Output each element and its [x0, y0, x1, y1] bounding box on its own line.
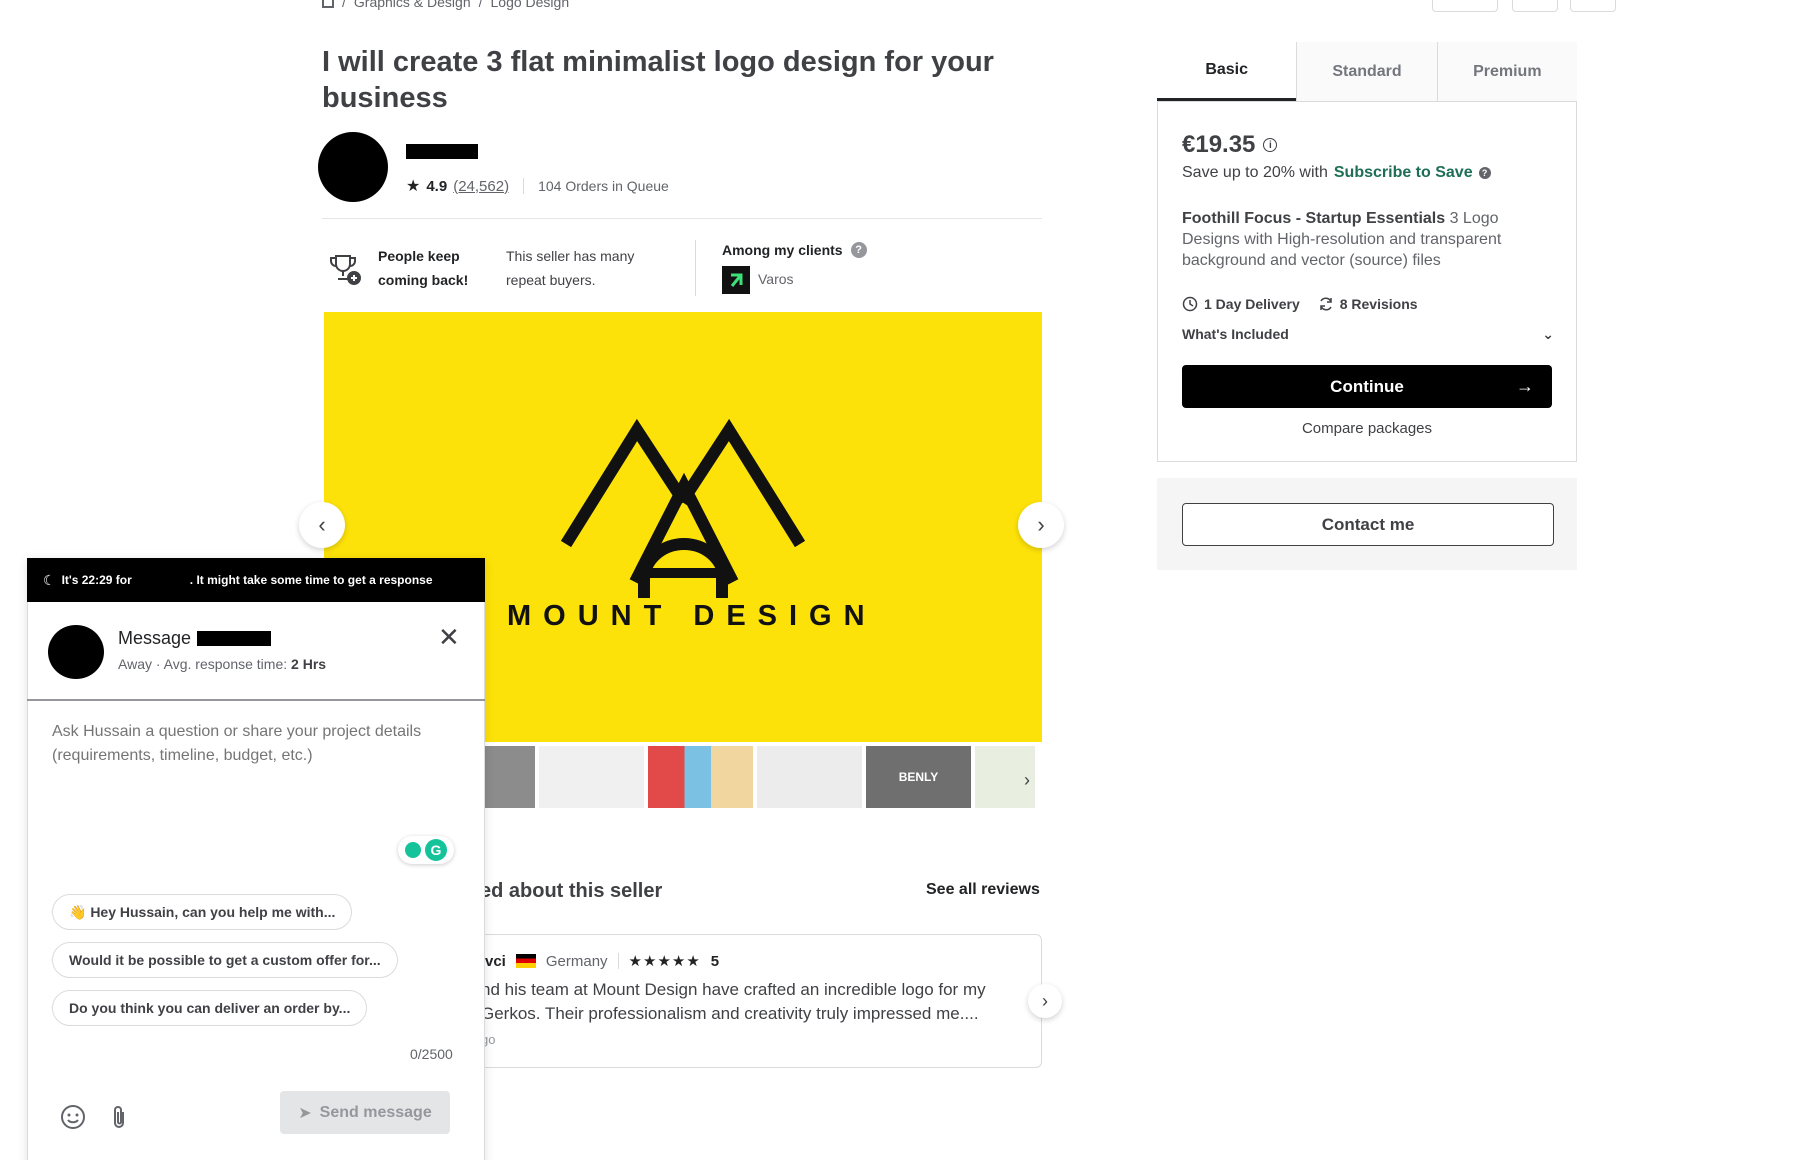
clock-icon	[1182, 296, 1198, 312]
gallery-next-button[interactable]: ›	[1018, 502, 1064, 548]
help-icon[interactable]: ?	[1478, 167, 1491, 179]
whats-included-toggle[interactable]: What's Included ⌄	[1182, 326, 1554, 343]
orders-in-queue: 104 Orders in Queue	[538, 178, 669, 194]
subscribe-to-save-link[interactable]: Subscribe to Save	[1334, 164, 1473, 182]
chevron-left-icon: ‹	[318, 512, 326, 537]
char-counter: 0/2500	[410, 1046, 453, 1062]
review-text: nd his team at Mount Design have crafted…	[481, 980, 986, 1023]
menu-icon[interactable]	[1390, 0, 1420, 12]
review-score: 5	[710, 952, 720, 970]
repeat-buyers-text: This seller has many repeat buyers.	[506, 248, 635, 288]
see-all-reviews-link[interactable]: See all reviews	[926, 881, 1040, 899]
star-icon: ★	[406, 178, 421, 195]
rating-row: ★ 4.9 (24,562) 104 Orders in Queue	[406, 176, 669, 196]
thumbnail[interactable]	[648, 746, 753, 808]
package-tabs: Basic Standard Premium	[1157, 42, 1577, 102]
tab-premium[interactable]: Premium	[1436, 42, 1577, 101]
rating-count-link[interactable]: (24,562)	[453, 178, 509, 195]
breadcrumb-graphics-design[interactable]: Graphics & Design	[354, 0, 471, 10]
reviewer-country: Germany	[545, 952, 608, 970]
trophy-icon	[330, 255, 361, 285]
suggestion-chip[interactable]: 👋 Hey Hussain, can you help me with...	[52, 894, 353, 930]
package-description: Foothill Focus - Startup Essentials 3 Lo…	[1182, 210, 1502, 269]
seller-name-redacted[interactable]	[406, 144, 478, 159]
package-price: €19.35 i	[1182, 131, 1278, 159]
suggestion-chip[interactable]: Do you think you can deliver an order by…	[52, 990, 368, 1026]
chevron-down-icon: ⌄	[1542, 326, 1554, 342]
compare-packages-link[interactable]: Compare packages	[1157, 420, 1577, 437]
package-meta: 1 Day Delivery 8 Revisions	[1182, 296, 1418, 312]
info-icon[interactable]: i	[1263, 138, 1278, 152]
top-control-box[interactable]	[1432, 0, 1498, 12]
thumbnail[interactable]	[539, 746, 644, 808]
review-next-button[interactable]: ›	[1028, 984, 1062, 1018]
tab-standard[interactable]: Standard	[1296, 42, 1437, 101]
thumbnails-next-icon[interactable]: ›	[1024, 770, 1030, 791]
chat-seller-avatar	[48, 625, 104, 679]
refresh-icon	[1319, 297, 1332, 311]
share-icon[interactable]	[1570, 0, 1616, 12]
chat-banner: ☾ It's 22:29 for . It might take some ti…	[27, 558, 485, 602]
review-header: vci Germany ★★★★★ 5	[485, 952, 720, 971]
breadcrumb: / Graphics & Design / Logo Design	[322, 0, 569, 10]
rating-score: 4.9	[426, 177, 448, 195]
seller-avatar[interactable]	[318, 132, 388, 202]
review-stars-icon: ★★★★★	[628, 953, 701, 970]
thumbnail[interactable]: BENLY	[866, 746, 971, 808]
contact-me-button[interactable]: Contact me	[1182, 503, 1554, 546]
attachment-icon[interactable]	[110, 1104, 128, 1130]
arrow-right-icon: →	[1516, 376, 1534, 396]
reviews-title: ed about this seller	[480, 880, 663, 902]
germany-flag-icon	[515, 954, 536, 968]
home-icon[interactable]	[322, 0, 334, 8]
redacted-name	[197, 631, 272, 646]
client-logo	[722, 266, 750, 294]
lightbulb-icon	[405, 842, 421, 858]
close-icon[interactable]: ✕	[438, 622, 460, 653]
chevron-right-icon: ›	[1037, 512, 1045, 537]
gig-title: I will create 3 flat minimalist logo des…	[322, 46, 994, 114]
thumbnail[interactable]	[757, 746, 862, 808]
chat-message-input[interactable]	[52, 720, 462, 830]
grammarly-widget[interactable]: G	[398, 836, 454, 864]
gallery-prev-button[interactable]: ‹	[299, 502, 345, 548]
send-icon: ➤	[298, 1104, 312, 1122]
chevron-right-icon: ›	[1042, 990, 1048, 1011]
tab-basic[interactable]: Basic	[1157, 42, 1297, 101]
repeat-buyers-title: People keep coming back!	[378, 248, 469, 288]
grammarly-icon: G	[425, 839, 447, 861]
divider	[322, 218, 1042, 219]
clients-title: Among my clients ?	[722, 242, 867, 258]
save-line: Save up to 20% with Subscribe to Save ?	[1182, 164, 1491, 182]
client-name: Varos	[758, 271, 794, 287]
suggestion-chip[interactable]: Would it be possible to get a custom off…	[52, 942, 398, 978]
like-icon[interactable]	[1512, 0, 1558, 12]
chat-title: Message	[118, 628, 272, 649]
emoji-icon[interactable]	[60, 1104, 86, 1130]
reviewer-name: vci	[485, 952, 506, 970]
redacted-name	[138, 575, 184, 585]
help-icon[interactable]: ?	[850, 242, 867, 258]
chat-toolbar	[60, 1104, 128, 1130]
continue-button[interactable]: Continue →	[1182, 365, 1552, 408]
chat-status: Away · Avg. response time: 2 Hrs	[118, 656, 327, 672]
send-message-button[interactable]: ➤ Send message	[280, 1091, 450, 1134]
thumbnail[interactable]	[480, 746, 535, 808]
breadcrumb-logo-design[interactable]: Logo Design	[491, 0, 570, 10]
moon-icon: ☾	[43, 571, 56, 588]
thumbnail-strip: BENLY	[480, 746, 1035, 808]
